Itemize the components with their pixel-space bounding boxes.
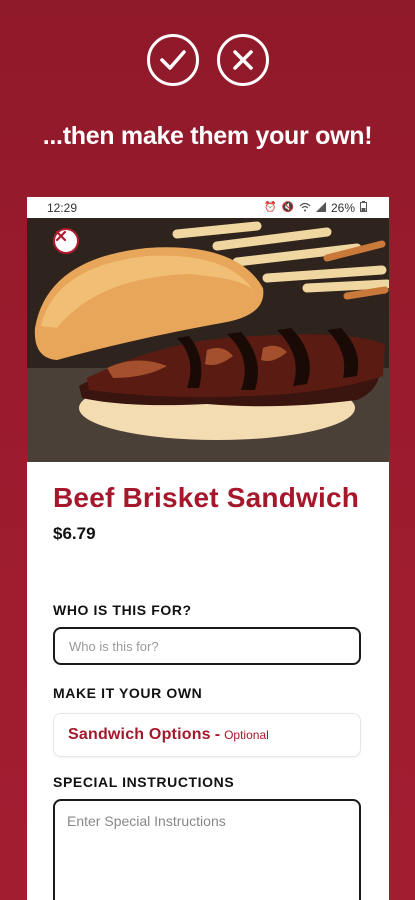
- options-optional-hint: Optional: [224, 728, 269, 742]
- wifi-icon: [299, 201, 311, 215]
- mute-icon: 🔇: [281, 202, 294, 213]
- special-instructions-placeholder: Enter Special Instructions: [67, 813, 226, 829]
- signal-icon: [315, 201, 326, 215]
- close-item-button[interactable]: [53, 228, 79, 254]
- who-input[interactable]: Who is this for?: [53, 627, 361, 665]
- item-photo: [27, 218, 389, 462]
- close-icon: [55, 230, 67, 242]
- sandwich-options-button[interactable]: Sandwich Options - Optional: [53, 713, 361, 757]
- phone-screen: 12:29 ⏰ 🔇 26% Beef Brisket Sandwich $6.7…: [27, 197, 389, 900]
- special-instructions-field[interactable]: Enter Special Instructions: [53, 799, 361, 900]
- status-time: 12:29: [47, 200, 78, 215]
- battery-icon: [360, 200, 367, 215]
- status-icons: ⏰ 🔇 26%: [264, 200, 367, 215]
- make-it-your-own-label: MAKE IT YOUR OWN: [53, 685, 203, 701]
- status-bar: 12:29 ⏰ 🔇 26%: [27, 197, 389, 218]
- options-title: Sandwich Options: [68, 726, 211, 743]
- item-price: $6.79: [53, 524, 96, 543]
- special-instructions-label: SPECIAL INSTRUCTIONS: [53, 774, 235, 790]
- check-circle-icon: [146, 34, 199, 86]
- alarm-icon: ⏰: [264, 202, 277, 213]
- options-separator: -: [214, 726, 221, 743]
- item-details: Beef Brisket Sandwich $6.79 WHO IS THIS …: [27, 462, 389, 900]
- who-label: WHO IS THIS FOR?: [53, 602, 192, 618]
- item-title: Beef Brisket Sandwich: [53, 482, 360, 513]
- promo-icons: [0, 34, 415, 86]
- battery-level: 26%: [330, 200, 355, 215]
- who-input-placeholder: Who is this for?: [69, 638, 159, 654]
- promo-headline: ...then make them your own!: [42, 122, 373, 150]
- x-circle-icon: [216, 34, 269, 86]
